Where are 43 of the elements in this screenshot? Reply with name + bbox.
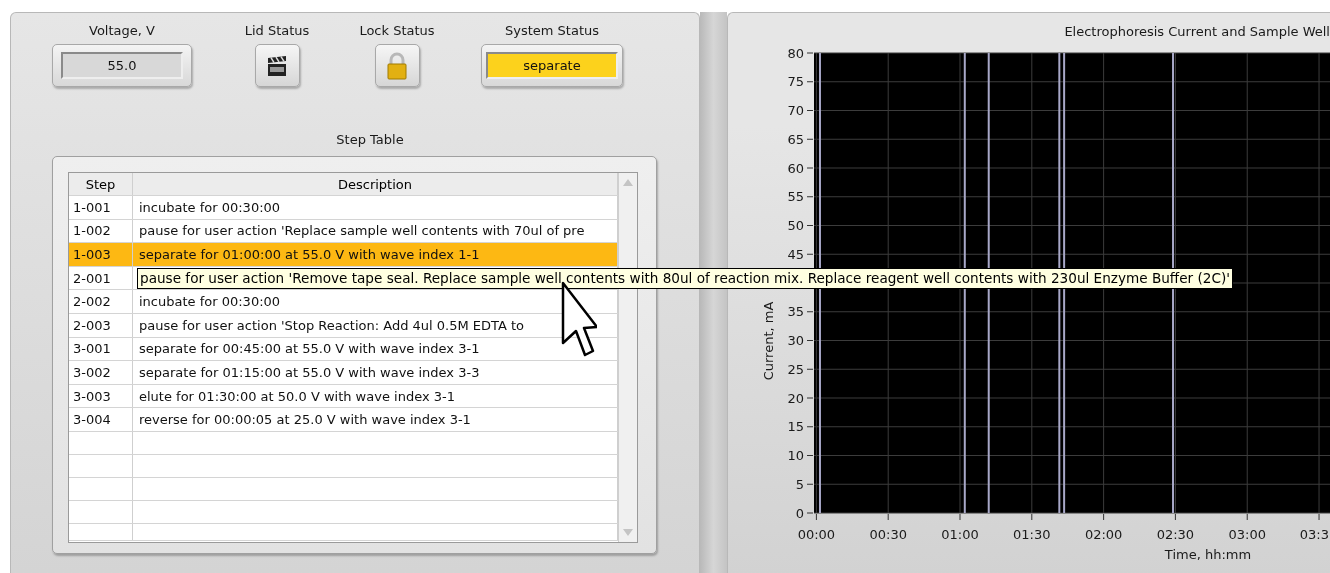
y-tick-label: 10 xyxy=(787,448,804,463)
description-cell[interactable]: separate for 01:00:00 at 55.0 V with wave index 1-1 xyxy=(133,243,618,266)
column-header: Description xyxy=(133,173,618,195)
y-tick-label: 60 xyxy=(787,160,804,176)
y-tick-label: 0 xyxy=(795,505,804,521)
y-tick-label: 70 xyxy=(787,103,804,118)
step-table-title: Step Table xyxy=(336,132,404,149)
voltage-readout: 55.0 xyxy=(61,52,183,79)
scroll-up-icon[interactable] xyxy=(623,179,633,186)
tooltip: pause for user action 'Remove tape seal. Replace sample well contents with 80ul of reaction mix. Replace reagent well contents with 230ul Enzyme Buffer (2C)' xyxy=(137,267,1233,289)
y-tick-label: 45 xyxy=(787,246,804,262)
x-tick-label: 03:00 xyxy=(1228,527,1266,542)
system-status-readout: separate xyxy=(486,52,618,79)
x-tick-label: 00:00 xyxy=(797,527,836,542)
step-cell[interactable]: 1-003 xyxy=(69,243,133,266)
x-tick-label: 02:30 xyxy=(1156,527,1195,542)
chart-title: Electrophoresis Current and Sample Well xyxy=(1064,24,1330,41)
y-tick-label: 55 xyxy=(787,189,804,205)
lock-status-label: Lock Status xyxy=(359,23,435,39)
y-tick-label: 65 xyxy=(787,131,804,147)
x-axis-label: Time, hh:mm xyxy=(1164,547,1252,561)
scroll-down-icon[interactable] xyxy=(623,529,633,536)
y-tick-label: 35 xyxy=(787,304,804,320)
y-tick-label: 50 xyxy=(787,218,804,233)
x-tick-label: 01:30 xyxy=(1013,527,1051,542)
clapperboard-icon xyxy=(266,54,288,77)
y-tick-label: 25 xyxy=(787,361,804,377)
y-tick-label: 5 xyxy=(795,476,804,492)
x-tick-label: 00:30 xyxy=(869,527,907,542)
y-tick-label: 75 xyxy=(787,74,804,90)
x-tick-label: 03:3 xyxy=(1299,527,1329,542)
y-tick-label: 20 xyxy=(787,390,804,406)
lid-status-label: Lid Status xyxy=(244,23,310,39)
y-tick-label: 15 xyxy=(787,419,804,435)
system-status-label: System Status xyxy=(504,23,599,39)
x-tick-label: 02:00 xyxy=(1084,527,1123,542)
y-axis-label: Current, mA xyxy=(761,301,776,381)
column-header: Step xyxy=(69,173,133,195)
y-tick-label: 30 xyxy=(787,333,804,348)
padlock-icon xyxy=(386,51,408,80)
y-tick-label: 80 xyxy=(787,45,804,61)
x-tick-label: 01:00 xyxy=(941,527,979,542)
voltage-label: Voltage, V xyxy=(89,23,155,39)
